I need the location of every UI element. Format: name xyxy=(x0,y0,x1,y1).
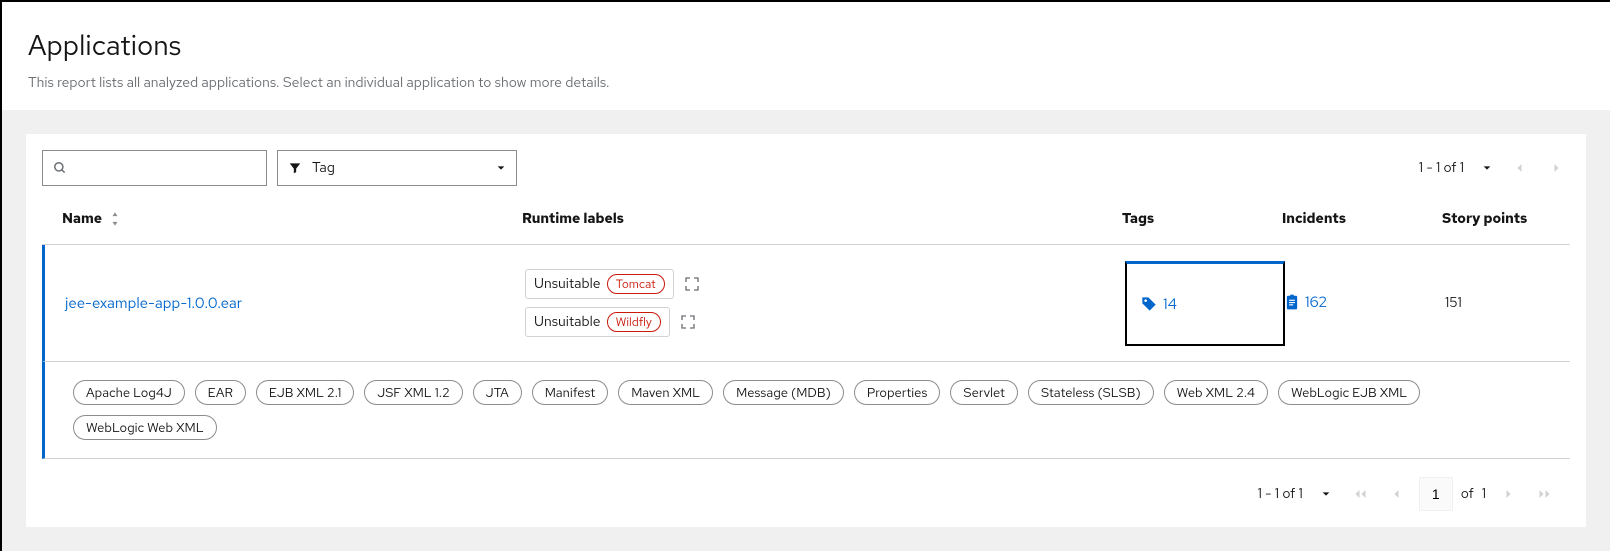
column-tags-header: Tags xyxy=(1122,210,1282,228)
next-page-top-button[interactable] xyxy=(1542,156,1570,180)
pagination-bottom: 1 - 1 of 1 of 1 xyxy=(42,459,1570,511)
search-input-wrapper[interactable] xyxy=(42,150,267,186)
tag-chip: EAR xyxy=(195,380,246,405)
column-name-header[interactable]: Name xyxy=(62,210,522,228)
tag-chip: WebLogic EJB XML xyxy=(1278,380,1420,405)
tags-link[interactable]: 14 xyxy=(1141,294,1177,314)
runtime-label-box: Unsuitable Wildfly xyxy=(525,307,670,337)
first-page-button[interactable] xyxy=(1345,482,1375,506)
prev-page-button[interactable] xyxy=(1383,482,1411,506)
last-page-button[interactable] xyxy=(1530,482,1560,506)
tags-expanded-row: Apache Log4J EAR EJB XML 2.1 JSF XML 1.2 JTA… xyxy=(42,362,1570,459)
tag-chip: Message (MDB) xyxy=(723,380,844,405)
runtime-label-box: Unsuitable Tomcat xyxy=(525,269,674,299)
next-page-button[interactable] xyxy=(1494,482,1522,506)
incidents-link[interactable]: 162 xyxy=(1285,292,1327,312)
column-name-label: Name xyxy=(62,210,102,228)
sort-icon[interactable] xyxy=(110,212,120,226)
tag-chip: Apache Log4J xyxy=(73,380,185,405)
column-incidents-header: Incidents xyxy=(1282,210,1442,228)
column-storypoints-header: Story points xyxy=(1442,210,1550,228)
tag-chip: JTA xyxy=(473,380,522,405)
tag-chip: JSF XML 1.2 xyxy=(364,380,462,405)
runtime-assessment: Unsuitable xyxy=(534,313,601,331)
incidents-count: 162 xyxy=(1305,292,1327,312)
runtime-labels-cell: Unsuitable Tomcat Unsuitable Wildfly xyxy=(525,269,1125,337)
tag-chip: EJB XML 2.1 xyxy=(256,380,355,405)
total-pages: 1 xyxy=(1482,485,1486,503)
clipboard-icon xyxy=(1285,294,1299,310)
runtime-target-chip: Tomcat xyxy=(607,274,665,294)
tags-count: 14 xyxy=(1163,294,1177,314)
story-points-cell: 151 xyxy=(1445,294,1550,312)
tag-icon xyxy=(1141,296,1157,312)
tag-chip: WebLogic Web XML xyxy=(73,415,217,440)
pagination-options-toggle[interactable] xyxy=(1476,159,1498,177)
of-label: of xyxy=(1461,485,1474,503)
tags-cell-highlight: 14 xyxy=(1125,261,1285,346)
tag-chip: Stateless (SLSB) xyxy=(1028,380,1154,405)
tag-chip: Web XML 2.4 xyxy=(1164,380,1268,405)
runtime-label-item: Unsuitable Wildfly xyxy=(525,307,1125,337)
search-icon xyxy=(53,161,67,175)
tag-chip: Properties xyxy=(854,380,941,405)
pagination-top: 1 - 1 of 1 xyxy=(1419,156,1570,180)
runtime-label-item: Unsuitable Tomcat xyxy=(525,269,1125,299)
table-row: jee-example-app-1.0.0.ear Unsuitable Tom… xyxy=(42,245,1570,362)
tag-chip: Servlet xyxy=(950,380,1018,405)
filter-label: Tag xyxy=(312,159,335,177)
runtime-assessment: Unsuitable xyxy=(534,275,601,293)
application-link[interactable]: jee-example-app-1.0.0.ear xyxy=(65,293,242,313)
tag-chip: Maven XML xyxy=(618,380,713,405)
caret-down-icon xyxy=(496,163,506,173)
runtime-target-chip: Wildfly xyxy=(607,312,661,332)
page-title: Applications xyxy=(28,26,1584,64)
prev-page-top-button[interactable] xyxy=(1506,156,1534,180)
pagination-options-toggle-bottom[interactable] xyxy=(1315,485,1337,503)
expand-icon[interactable] xyxy=(680,314,696,330)
pagination-range-bottom: 1 - 1 of 1 xyxy=(1258,485,1303,503)
column-runtime-header: Runtime labels xyxy=(522,210,1122,228)
page-description: This report lists all analyzed applicati… xyxy=(28,74,1584,92)
filter-dropdown[interactable]: Tag xyxy=(277,150,517,186)
expand-icon[interactable] xyxy=(684,276,700,292)
pagination-range-top: 1 - 1 of 1 xyxy=(1419,159,1464,177)
table-header: Name Runtime labels Tags Incidents Story… xyxy=(42,194,1570,245)
filter-icon xyxy=(288,161,302,175)
story-points-value: 151 xyxy=(1445,294,1462,312)
tag-chip: Manifest xyxy=(532,380,608,405)
search-input[interactable] xyxy=(67,160,256,176)
page-number-input[interactable] xyxy=(1419,477,1453,511)
page-header: Applications This report lists all analy… xyxy=(2,2,1610,110)
